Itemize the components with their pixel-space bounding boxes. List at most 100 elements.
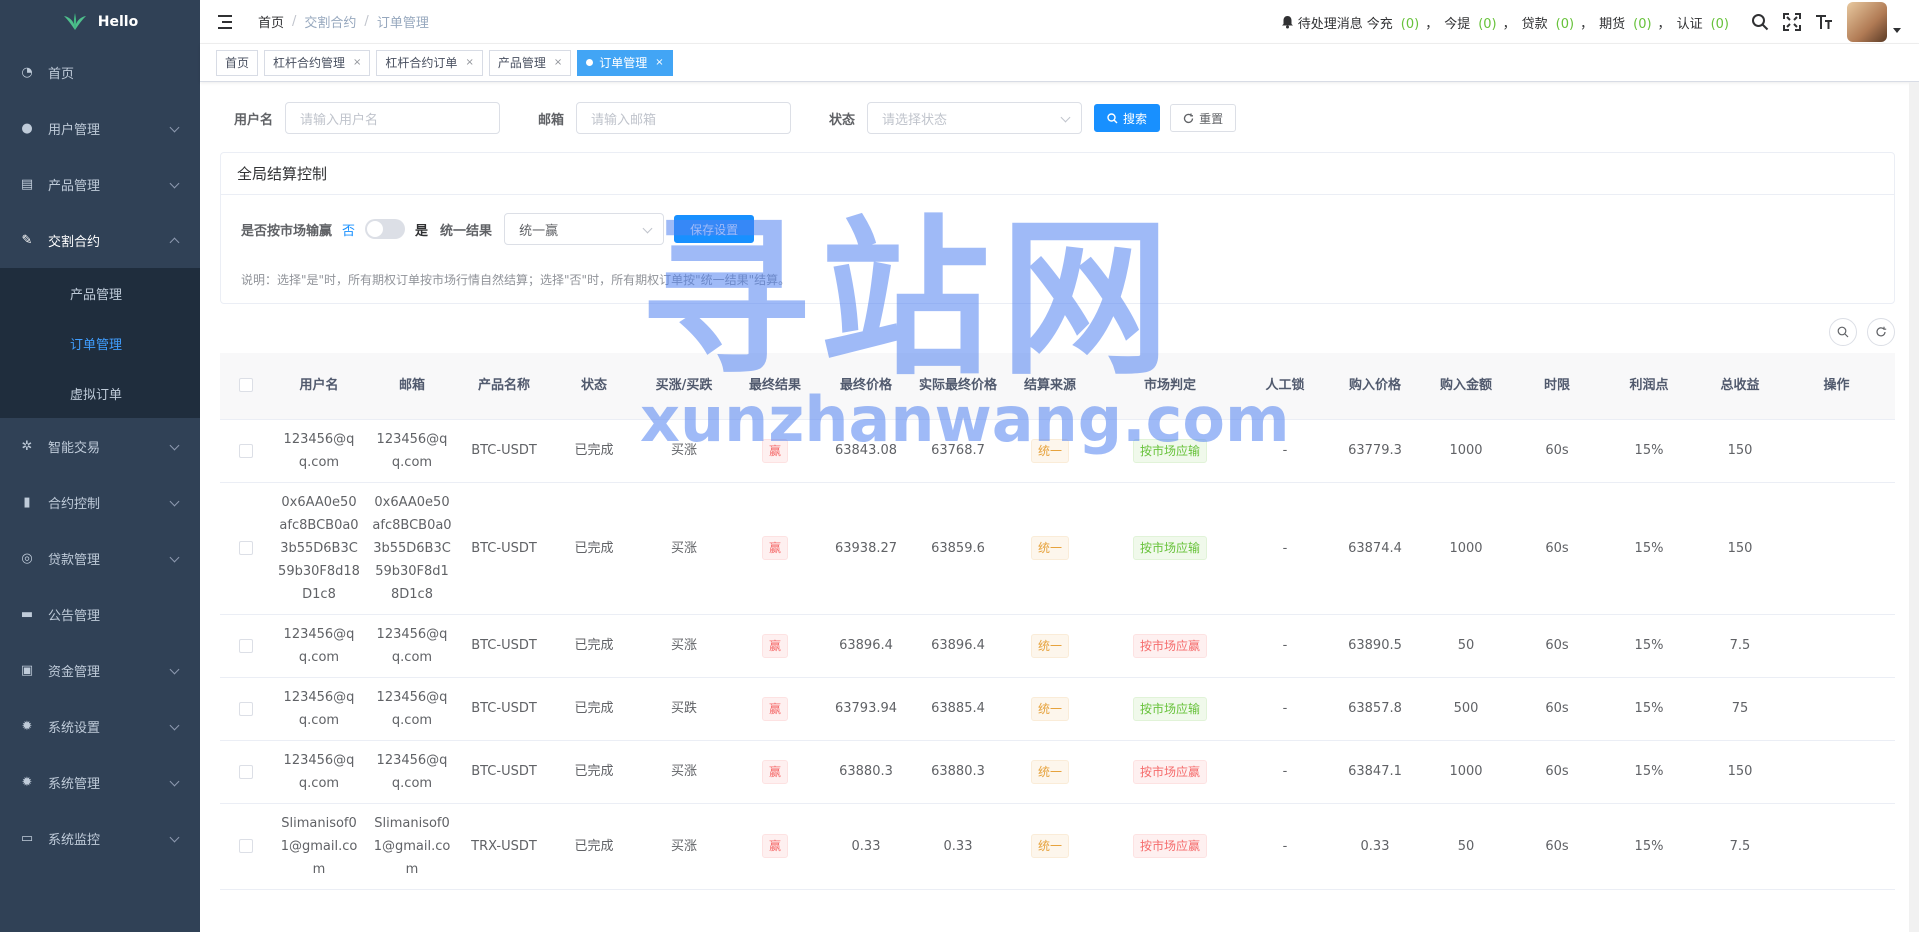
email-input[interactable]: 请输入邮箱 (576, 102, 792, 134)
username-input[interactable]: 请输入用户名 (285, 102, 501, 134)
tab-label: 产品管理 (497, 56, 546, 70)
save-settings-label: 保存设置 (690, 222, 739, 237)
sidebar-item-8[interactable]: ▣ 资金管理 (0, 642, 200, 698)
result-select[interactable]: 统一赢 (504, 213, 665, 245)
edit-icon: ✎ (21, 232, 33, 248)
scrollbar[interactable] (1909, 82, 1919, 932)
result-badge: 赢 (761, 633, 788, 658)
row-checkbox[interactable] (239, 764, 253, 779)
close-icon[interactable]: × (655, 57, 663, 68)
cell-actions[interactable] (1788, 614, 1885, 678)
market-toggle[interactable] (365, 219, 406, 239)
cell-final-price: 63793.94 (820, 677, 912, 741)
fullscreen-icon[interactable] (1783, 13, 1801, 31)
cell-actions[interactable] (1788, 482, 1885, 615)
cell-amount: 1000 (1424, 482, 1508, 615)
table-row[interactable]: 0x6AA0e50afc8BCB0a03b55D6B3C59b30F8d18D1… (220, 482, 1895, 615)
sidebar-item-2[interactable]: ▤ 产品管理 (0, 156, 200, 212)
sidebar-item-5[interactable]: ▮ 合约控制 (0, 474, 200, 530)
cell-buy-price: 0.33 (1326, 803, 1424, 890)
sidebar-item-4[interactable]: ✲ 智能交易 (0, 418, 200, 474)
row-checkbox[interactable] (239, 839, 253, 853)
sidebar-item-11[interactable]: ▭ 系统监控 (0, 810, 200, 866)
close-icon[interactable]: × (554, 57, 562, 68)
table-row[interactable]: 123456@qq.com 123456@qq.com BTC-USDT 已完成 买涨赢… (220, 419, 1895, 483)
tab-0[interactable]: 首页 (216, 49, 259, 76)
submenu-item-0[interactable]: 产品管理 (0, 268, 200, 318)
sidebar-item-1[interactable]: ● 用户管理 (0, 100, 200, 156)
table-row[interactable]: Slimanisof01@gmail.com Slimanisof01@gmail… (220, 803, 1895, 890)
column-header: 实际最终价格 (912, 353, 1004, 420)
cell-total: 7.5 (1692, 614, 1788, 678)
reset-button[interactable]: 重置 (1170, 104, 1237, 132)
close-icon[interactable]: × (465, 57, 473, 68)
cell-buy-price: 63779.3 (1326, 419, 1424, 483)
cell-actions[interactable] (1788, 740, 1885, 804)
sidebar-item-10[interactable]: ✹ 系统管理 (0, 754, 200, 810)
row-checkbox[interactable] (239, 443, 253, 458)
bell-icon[interactable] (1281, 15, 1294, 29)
font-size-icon[interactable] (1815, 13, 1833, 31)
tab-3[interactable]: 产品管理 × (488, 49, 572, 76)
sidebar-item-7[interactable]: ▬ 公告管理 (0, 586, 200, 642)
select-all-checkbox[interactable] (239, 378, 253, 393)
counter-2[interactable]: 贷款 (0) (1522, 13, 1574, 32)
counter-value: (0) (1555, 16, 1575, 32)
close-icon[interactable]: × (353, 57, 361, 68)
counter-4[interactable]: 认证 (0) (1677, 13, 1729, 32)
chevron-down-icon[interactable] (1893, 27, 1901, 33)
market-badge: 按市场应输 (1132, 438, 1207, 463)
cell-lock: - (1244, 614, 1326, 678)
cell-actions[interactable] (1788, 419, 1885, 483)
row-checkbox[interactable] (239, 638, 253, 653)
market-badge: 按市场应赢 (1132, 633, 1207, 658)
breadcrumb-parent[interactable]: 交割合约 (304, 12, 356, 31)
submenu-item-1[interactable]: 订单管理 (0, 318, 200, 368)
tab-1[interactable]: 杠杆合约管理 × (264, 49, 371, 76)
counter-3[interactable]: 期货 (0) (1599, 13, 1651, 32)
hamburger-icon[interactable] (218, 14, 234, 29)
sidebar-item-3[interactable]: ✎ 交割合约 (0, 212, 200, 268)
row-checkbox[interactable] (239, 701, 253, 716)
cell-period: 60s (1508, 677, 1606, 741)
toggle-search-button[interactable] (1829, 318, 1857, 346)
sidebar-item-9[interactable]: ✹ 系统设置 (0, 698, 200, 754)
search-button[interactable]: 搜索 (1094, 104, 1161, 132)
search-icon[interactable] (1751, 13, 1769, 31)
search-form: 用户名 请输入用户名 邮箱 请输入邮箱 状态 请选择状态 搜索 重置 (234, 102, 1237, 134)
cell-market: 按市场应赢 (1096, 740, 1244, 804)
breadcrumb-home[interactable]: 首页 (258, 12, 284, 31)
table-row[interactable]: 123456@qq.com 123456@qq.com BTC-USDT 已完成 买涨赢… (220, 614, 1895, 678)
counter-1[interactable]: 今提 (0) (1444, 13, 1496, 32)
tab-4[interactable]: 订单管理 × (577, 49, 673, 76)
cell-product: BTC-USDT (458, 614, 550, 678)
table-row[interactable]: 123456@qq.com 123456@qq.com BTC-USDT 已完成 买涨赢… (220, 740, 1895, 804)
avatar[interactable] (1847, 2, 1887, 42)
table-body: 123456@qq.com 123456@qq.com BTC-USDT 已完成 买涨赢… (220, 419, 1895, 890)
status-select[interactable]: 请选择状态 (867, 102, 1083, 134)
cell-period: 60s (1508, 419, 1606, 483)
row-checkbox[interactable] (239, 541, 253, 555)
table-row[interactable]: 123456@qq.com 123456@qq.com BTC-USDT 已完成 买跌赢… (220, 677, 1895, 741)
counter-0[interactable]: 今充 (0) (1367, 13, 1419, 32)
cell-status: 已完成 (550, 419, 638, 483)
cell-profit: 15% (1606, 677, 1692, 741)
gear-small-icon: ✲ (21, 438, 33, 454)
tab-2[interactable]: 杠杆合约订单 × (376, 49, 483, 76)
cell-actions[interactable] (1788, 677, 1885, 741)
cell-email: 0x6AA0e50afc8BCB0a03b55D6B3C59b30F8d18D1… (366, 482, 458, 615)
result-badge: 赢 (761, 759, 788, 784)
save-settings-button[interactable]: 保存设置 (674, 215, 755, 243)
cell-product: BTC-USDT (458, 677, 550, 741)
document-icon: ▤ (20, 176, 34, 192)
counter-value: (0) (1478, 16, 1497, 32)
sidebar-item-0[interactable]: ◔ 首页 (0, 44, 200, 100)
cell-profit: 15% (1606, 419, 1692, 483)
cell-actions[interactable] (1788, 803, 1885, 890)
sidebar-item-6[interactable]: ◎ 贷款管理 (0, 530, 200, 586)
cell-source: 统一 (1004, 740, 1096, 804)
card-title: 全局结算控制 (221, 153, 1894, 195)
logo[interactable]: Hello (0, 0, 200, 44)
refresh-table-button[interactable] (1867, 318, 1895, 346)
submenu-item-2[interactable]: 虚拟订单 (0, 368, 200, 418)
